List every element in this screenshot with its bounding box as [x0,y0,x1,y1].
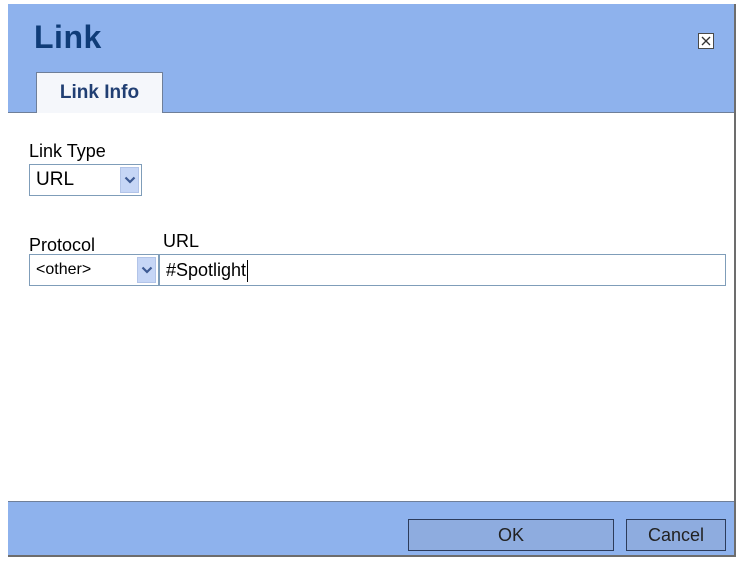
link-type-label: Link Type [29,141,106,161]
ok-label: OK [497,524,524,545]
url-label: URL [163,231,200,251]
dialog-body: Link Type URL Protocol URL <other> #Spot… [8,112,734,502]
link-type-dropdown-button[interactable] [120,167,139,193]
chevron-down-icon [124,176,135,184]
url-value: #Spotlight [166,260,247,280]
link-type-value: URL [36,169,75,190]
close-button[interactable] [698,33,714,49]
cancel-button[interactable]: Cancel [626,519,726,551]
protocol-select[interactable]: <other> [29,254,159,286]
protocol-dropdown-button[interactable] [137,257,156,283]
ok-button[interactable]: OK [408,519,614,551]
protocol-value: <other> [36,261,92,278]
dialog-title: Link [34,19,102,55]
tab-label: Link Info [59,82,140,103]
link-type-select[interactable]: URL [29,164,142,196]
tab-link-info[interactable]: Link Info [36,72,163,113]
url-input[interactable]: #Spotlight [159,254,726,286]
cancel-label: Cancel [647,524,705,545]
chevron-down-icon [141,266,152,274]
protocol-label: Protocol [29,235,96,255]
text-caret [247,260,249,283]
close-box-icon [701,36,711,46]
link-dialog: Link Link Info Link Type URL Protocol UR… [8,4,736,557]
